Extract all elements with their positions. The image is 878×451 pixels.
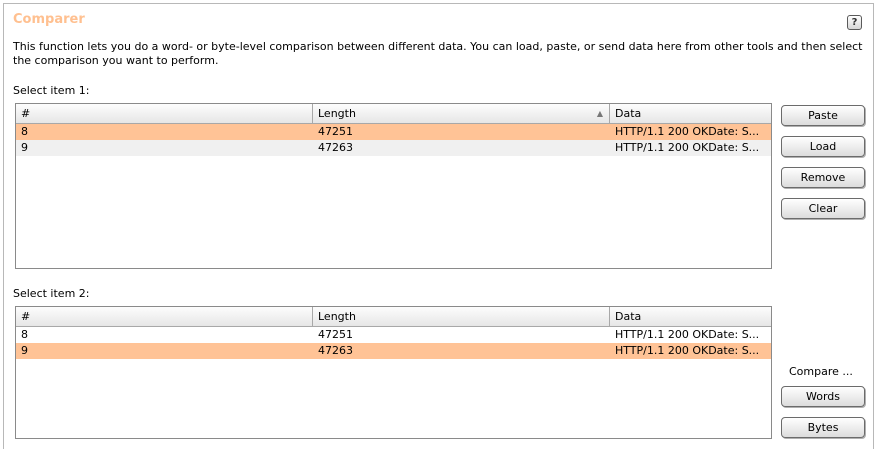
table-row[interactable]: 9 47263 HTTP/1.1 200 OKDate: S... (16, 140, 771, 156)
column-header-data[interactable]: Data (610, 307, 771, 326)
item2-table-header: # Length Data (16, 307, 771, 327)
item1-table[interactable]: # Length ▲ Data 8 47251 HTTP/1.1 200 OKD… (15, 103, 772, 269)
paste-button[interactable]: Paste (781, 105, 865, 126)
row-number: 8 (21, 328, 28, 341)
column-header-number[interactable]: # (16, 104, 313, 123)
row-data: HTTP/1.1 200 OKDate: S... (615, 141, 760, 154)
row-data: HTTP/1.1 200 OKDate: S... (615, 344, 760, 357)
table-row[interactable]: 8 47251 HTTP/1.1 200 OKDate: S... (16, 327, 771, 343)
column-header-length[interactable]: Length (313, 307, 610, 326)
row-length: 47263 (318, 141, 353, 154)
item2-label: Select item 2: (13, 287, 90, 300)
table-row[interactable]: 9 47263 HTTP/1.1 200 OKDate: S... (16, 343, 771, 359)
bytes-button[interactable]: Bytes (781, 417, 865, 438)
row-length: 47251 (318, 328, 353, 341)
row-data: HTTP/1.1 200 OKDate: S... (615, 125, 760, 138)
description-text: This function lets you do a word- or byt… (13, 40, 863, 67)
column-header-number[interactable]: # (16, 307, 313, 326)
row-length: 47251 (318, 125, 353, 138)
page-title: Comparer (13, 12, 85, 27)
column-header-data[interactable]: Data (610, 104, 771, 123)
load-button[interactable]: Load (781, 136, 865, 157)
row-length: 47263 (318, 344, 353, 357)
table-row[interactable]: 8 47251 HTTP/1.1 200 OKDate: S... (16, 124, 771, 140)
row-data: HTTP/1.1 200 OKDate: S... (615, 328, 760, 341)
row-number: 8 (21, 125, 28, 138)
words-button[interactable]: Words (781, 386, 865, 407)
clear-button[interactable]: Clear (781, 198, 865, 219)
column-header-length[interactable]: Length ▲ (313, 104, 610, 123)
compare-label: Compare ... (789, 365, 853, 378)
item2-table[interactable]: # Length Data 8 47251 HTTP/1.1 200 OKDat… (15, 306, 772, 439)
item1-table-header: # Length ▲ Data (16, 104, 771, 124)
remove-button[interactable]: Remove (781, 167, 865, 188)
item1-label: Select item 1: (13, 84, 90, 97)
row-number: 9 (21, 344, 28, 357)
sort-ascending-icon: ▲ (596, 109, 603, 118)
help-icon[interactable]: ? (847, 15, 862, 30)
row-number: 9 (21, 141, 28, 154)
